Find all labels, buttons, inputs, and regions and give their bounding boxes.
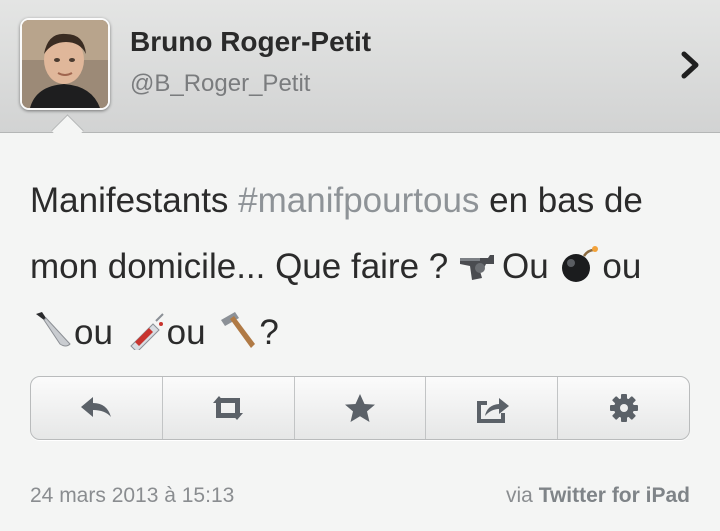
settings-gear-icon: [609, 394, 638, 422]
share-button[interactable]: [426, 377, 559, 439]
tweet-word-ou-1: Ou: [501, 247, 559, 286]
knife-icon: [36, 312, 71, 347]
hashtag-link[interactable]: #manifpourtous: [238, 181, 479, 220]
tweet-text-start: Manifestants: [30, 181, 239, 220]
via-prefix: via: [506, 484, 539, 507]
retweet-icon: [213, 396, 244, 420]
hammer-icon: [221, 312, 256, 348]
chevron-right-icon[interactable]: [674, 48, 708, 82]
tweet-word-ou-2: ou: [602, 247, 642, 286]
tweet-timestamp: 24 mars 2013 à 15:13: [30, 484, 235, 507]
share-icon: [476, 398, 509, 423]
pistol-icon: [459, 255, 494, 280]
reply-icon: [81, 397, 112, 417]
tweet-action-bar: [30, 376, 690, 440]
tweet-source: via Twitter for iPad: [506, 484, 690, 508]
favorite-star-icon: [344, 394, 375, 422]
avatar-photo: [22, 20, 108, 108]
reply-button[interactable]: [31, 377, 163, 439]
profile-name: Bruno Roger-Petit: [130, 26, 372, 57]
favorite-button[interactable]: [295, 377, 427, 439]
avatar[interactable]: [20, 18, 110, 110]
settings-button[interactable]: [558, 377, 689, 439]
profile-header[interactable]: Bruno Roger-Petit @B_Roger_Petit: [0, 0, 720, 133]
bomb-icon: [562, 246, 599, 282]
syringe-icon: [129, 313, 164, 350]
tweet-text-end: ?: [259, 313, 279, 352]
retweet-button[interactable]: [163, 377, 295, 439]
profile-handle: @B_Roger_Petit: [130, 70, 311, 97]
tweet-word-ou-4: ou: [166, 313, 216, 352]
tweet-text: Manifestants #manifpourtous en bas de mo…: [30, 168, 690, 366]
tweet-word-ou-3: ou: [74, 313, 123, 352]
source-app-link[interactable]: Twitter for iPad: [539, 484, 690, 507]
